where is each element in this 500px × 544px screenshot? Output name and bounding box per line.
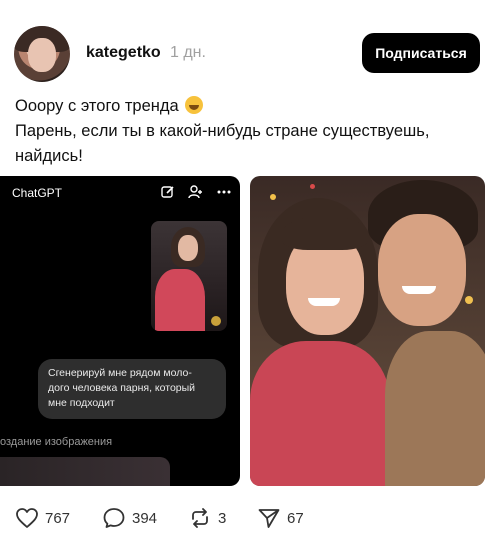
comment-count: 394: [132, 509, 158, 527]
chat-prompt-bubble: Сгенерируй мне рядом моло- дого человека…: [38, 359, 226, 419]
share-count: 67: [287, 509, 304, 527]
media-image-chat-screenshot[interactable]: ChatGPT Сгенерируй мне рядом моло- дого …: [0, 176, 240, 486]
comment-button[interactable]: 394: [102, 505, 157, 531]
repost-icon: [188, 507, 212, 529]
chat-photo-thumbnail: [151, 221, 227, 331]
more-icon: [216, 184, 232, 200]
post-actions: 767 394 3 67: [0, 505, 500, 535]
like-button[interactable]: 767: [15, 505, 70, 531]
add-person-icon: [188, 184, 204, 200]
post-line-3: найдись!: [15, 147, 83, 165]
avatar[interactable]: [14, 26, 70, 82]
repost-button[interactable]: 3: [188, 505, 226, 531]
username[interactable]: kategetko: [86, 44, 161, 62]
prompt-line-1: Сгенерируй мне рядом моло-: [48, 367, 192, 379]
post-line-1: Ооору с этого тренда: [15, 97, 179, 115]
share-button[interactable]: 67: [257, 505, 304, 531]
post-time: 1 дн.: [170, 44, 206, 61]
send-icon: [257, 507, 281, 529]
grinning-sweat-emoji-icon: [185, 96, 204, 114]
like-count: 767: [45, 509, 71, 527]
repost-count: 3: [218, 509, 227, 527]
chat-toolbar: [160, 184, 232, 200]
image-generation-placeholder: [0, 457, 170, 486]
post-text: Ооору с этого тренда Парень, если ты в к…: [15, 94, 485, 169]
post-header: kategetko 1 дн. Подписаться: [0, 0, 500, 92]
chat-app-title: ChatGPT: [12, 186, 63, 200]
prompt-line-3: мне подходит: [48, 397, 115, 409]
media-image-couple-photo[interactable]: [250, 176, 485, 486]
follow-button[interactable]: Подписаться: [362, 33, 480, 73]
post-line-2: Парень, если ты в какой-нибудь стране су…: [15, 122, 430, 140]
prompt-line-2: дого человека парня, который: [48, 382, 196, 394]
edit-icon: [160, 184, 176, 200]
comment-icon: [102, 507, 126, 529]
heart-icon: [15, 507, 39, 529]
image-generation-status: оздание изображения: [0, 436, 113, 448]
